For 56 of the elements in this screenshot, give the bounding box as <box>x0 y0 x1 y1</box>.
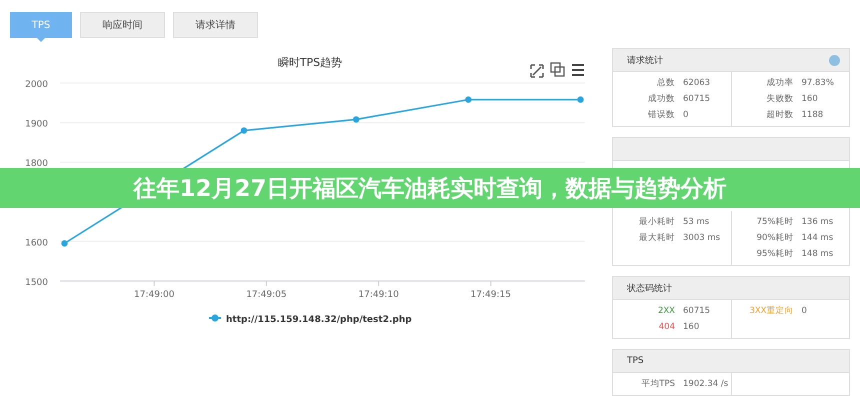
stat-value: 144 ms <box>802 233 834 243</box>
x-tick-label: 17:49:10 <box>358 290 399 300</box>
stat-label: 75%耗时 <box>756 216 794 228</box>
stat-label: 3XX重定向 <box>748 305 794 317</box>
stat-label: 错误数 <box>647 109 675 121</box>
data-point <box>61 240 68 247</box>
x-tick-label: 17:49:00 <box>134 290 174 300</box>
stat-value: 3003 ms <box>683 233 720 243</box>
panel-title: 请求统计 <box>627 54 663 66</box>
copy-icon[interactable] <box>550 62 565 77</box>
stat-label: 失败数 <box>766 93 794 105</box>
stat-label: 成功数 <box>647 93 675 105</box>
x-tick-label: 17:49:15 <box>470 290 511 300</box>
stat-label: 95%耗时 <box>756 248 794 260</box>
x-tick-label: 17:49:05 <box>246 290 287 300</box>
stat-value: 0 <box>802 306 807 316</box>
data-point <box>465 96 472 103</box>
data-point <box>240 127 248 134</box>
stat-value: 62063 <box>683 78 710 88</box>
stat-label: 最大耗时 <box>638 232 675 244</box>
stat-label: 平均TPS <box>640 378 675 390</box>
stat-value: 0 <box>683 110 688 120</box>
y-tick-label: 1600 <box>25 238 48 248</box>
stat-label: 总数 <box>656 77 675 89</box>
legend-marker-icon[interactable] <box>209 314 221 322</box>
legend-label[interactable]: http://115.159.148.32/php/test2.php <box>226 315 412 325</box>
stat-label: 404 <box>658 322 675 332</box>
tab[interactable]: 响应时间 <box>80 12 165 38</box>
stat-label: 最小耗时 <box>638 216 675 228</box>
stat-value: 60715 <box>683 94 710 104</box>
data-point <box>352 116 360 123</box>
y-tick-label: 1900 <box>25 120 48 130</box>
stat-value: 148 ms <box>802 249 834 259</box>
y-tick-label: 1800 <box>25 159 48 170</box>
stat-label: 90%耗时 <box>756 232 794 244</box>
stat-label: 2XX <box>656 306 675 316</box>
stat-value: 1188 <box>802 110 824 120</box>
stat-value: 53 ms <box>683 217 710 227</box>
data-point <box>577 96 584 103</box>
tab[interactable]: 请求详情 <box>173 12 258 38</box>
stat-value: 160 <box>683 322 700 332</box>
title-banner: 往年12月27日开福区汽车油耗实时查询，数据与趋势分析 <box>0 168 860 208</box>
stat-value: 136 ms <box>802 217 834 227</box>
stat-label: 超时数 <box>766 109 794 121</box>
menu-icon[interactable] <box>571 64 585 76</box>
stat-value: 97.83% <box>802 78 834 88</box>
stat-value: 160 <box>802 94 818 104</box>
y-tick-label: 2000 <box>25 80 48 90</box>
chart-title: 瞬时TPS趋势 <box>278 56 342 69</box>
expand-icon[interactable] <box>530 64 544 78</box>
panel-title: TPS <box>627 356 644 366</box>
y-tick-label: 1500 <box>25 278 48 288</box>
stat-label: 成功率 <box>766 77 794 89</box>
panel-title: 状态码统计 <box>627 282 672 294</box>
stat-value: 1902.34 /s <box>683 379 728 389</box>
stat-value: 60715 <box>683 306 710 316</box>
